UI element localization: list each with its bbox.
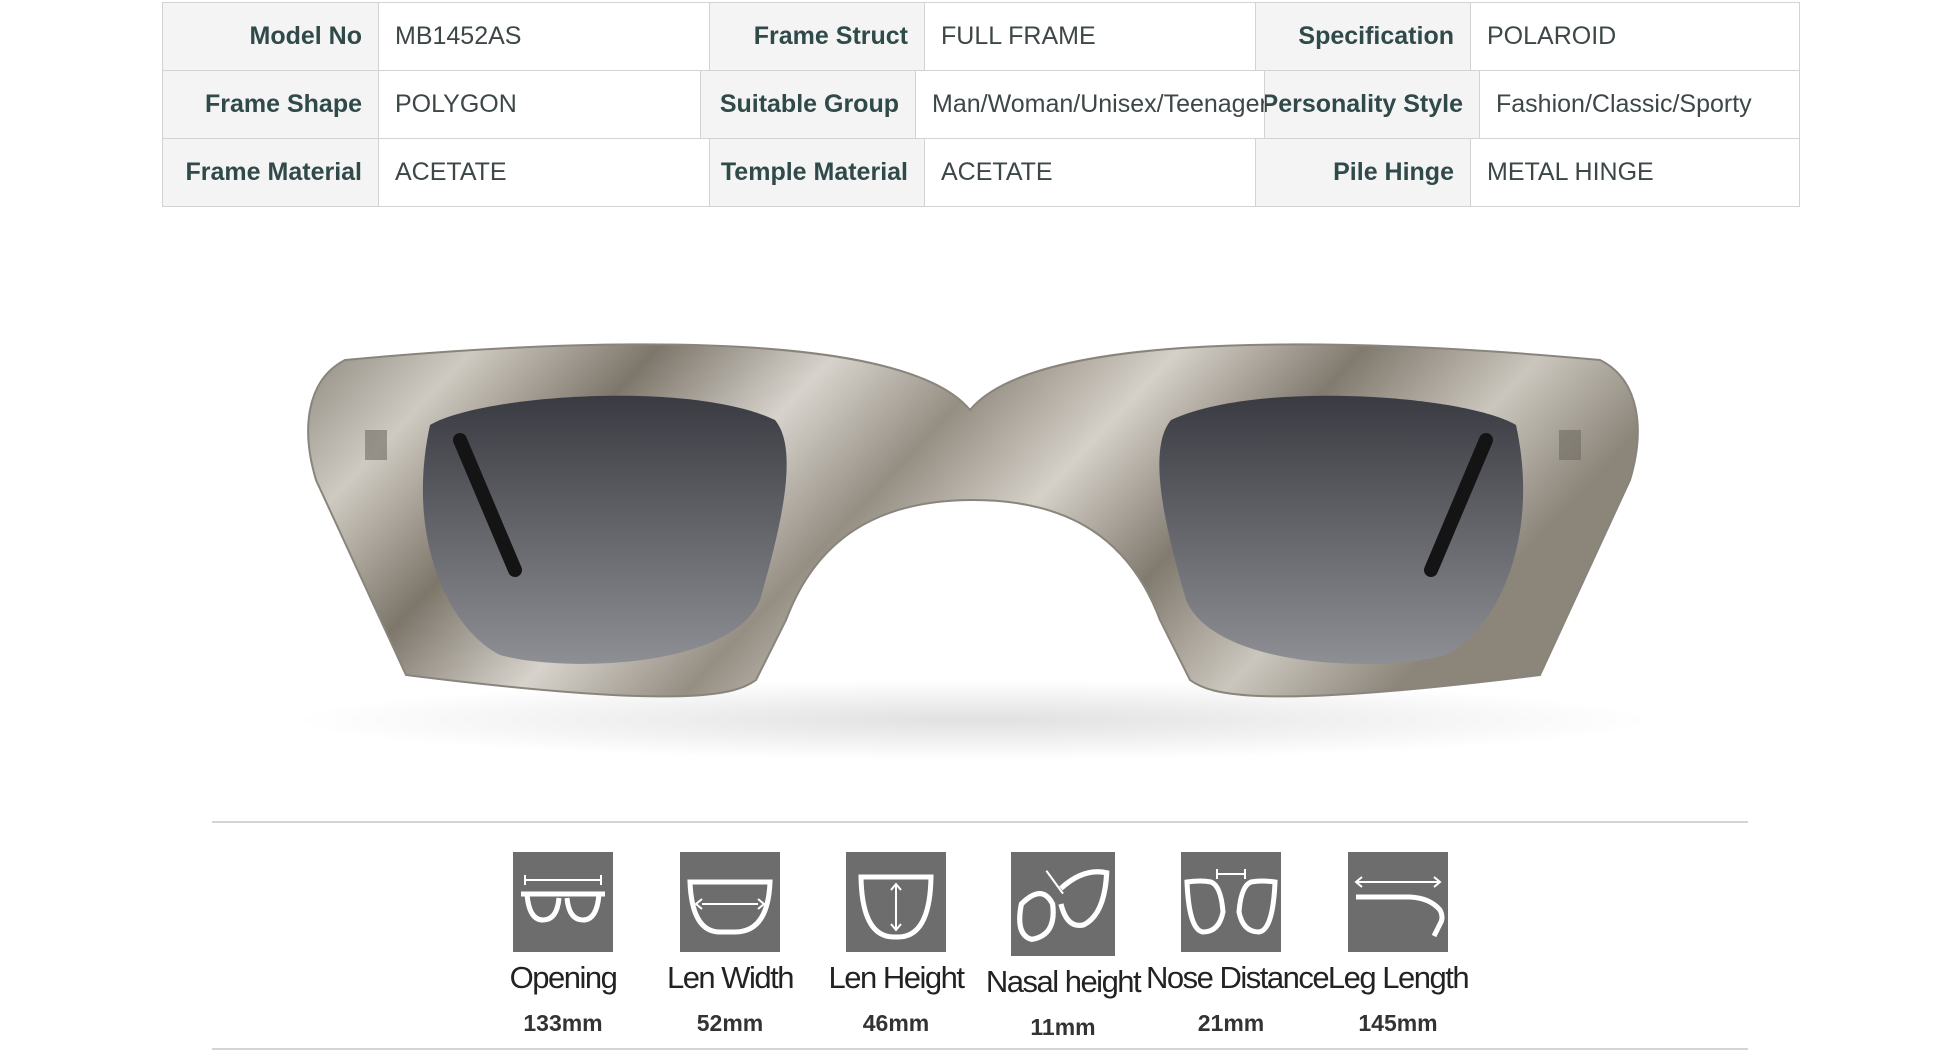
spec-label: Frame Shape	[163, 71, 378, 138]
dim-value: 52mm	[696, 1010, 764, 1036]
dim-value: 145mm	[1358, 1010, 1438, 1036]
dim-leg-length: Leg Length 145mm	[1313, 852, 1483, 1037]
spec-value: ACETATE	[924, 139, 1255, 206]
opening-icon	[513, 852, 613, 952]
leg-length-icon	[1348, 852, 1448, 952]
spec-value: FULL FRAME	[924, 3, 1255, 70]
dim-opening: Opening 133mm	[478, 852, 648, 1037]
spec-value: ACETATE	[378, 139, 709, 206]
spec-value: POLYGON	[378, 71, 700, 138]
dim-nose-distance: Nose Distance 21mm	[1146, 852, 1330, 1037]
divider	[212, 821, 1748, 823]
spec-value: Man/Woman/Unisex/Teenager	[915, 71, 1264, 138]
lens-height-icon	[846, 852, 946, 952]
spec-label: Specification	[1255, 3, 1470, 70]
spec-label: Model No	[163, 3, 378, 70]
spec-label: Pile Hinge	[1255, 139, 1470, 206]
divider	[212, 1048, 1748, 1050]
sunglasses-image	[293, 343, 1653, 760]
spec-label: Frame Struct	[709, 3, 924, 70]
dim-value: 21mm	[1197, 1010, 1265, 1036]
spec-value: METAL HINGE	[1470, 139, 1797, 206]
spec-value: MB1452AS	[378, 3, 709, 70]
dim-label: Nose Distance	[1146, 960, 1330, 995]
dim-len-height: Len Height 46mm	[811, 852, 981, 1037]
nasal-height-icon	[1011, 852, 1115, 956]
spec-label: Temple Material	[709, 139, 924, 206]
dim-len-width: Len Width 52mm	[645, 852, 815, 1037]
nose-distance-icon	[1181, 852, 1281, 952]
spec-row: Model No MB1452AS Frame Struct FULL FRAM…	[163, 3, 1799, 70]
spec-label: Frame Material	[163, 139, 378, 206]
dim-value: 46mm	[862, 1010, 930, 1036]
lens-width-icon	[680, 852, 780, 952]
dim-label: Nasal height	[985, 964, 1142, 999]
dim-nasal-height: Nasal height 11mm	[978, 852, 1148, 1041]
dim-label: Len Height	[828, 960, 965, 995]
dim-label: Leg Length	[1327, 960, 1470, 995]
spec-value: Fashion/Classic/Sporty	[1479, 71, 1797, 138]
dim-label: Opening	[509, 960, 618, 995]
dim-value: 133mm	[523, 1010, 603, 1036]
spec-value: POLAROID	[1470, 3, 1797, 70]
spec-label: Suitable Group	[700, 71, 915, 138]
spec-row: Frame Shape POLYGON Suitable Group Man/W…	[163, 70, 1799, 138]
dim-label: Len Width	[666, 960, 795, 995]
spec-row: Frame Material ACETATE Temple Material A…	[163, 138, 1799, 206]
spec-label: Personality Style	[1264, 71, 1479, 138]
spec-table: Model No MB1452AS Frame Struct FULL FRAM…	[162, 2, 1800, 207]
dim-value: 11mm	[1030, 1014, 1096, 1040]
